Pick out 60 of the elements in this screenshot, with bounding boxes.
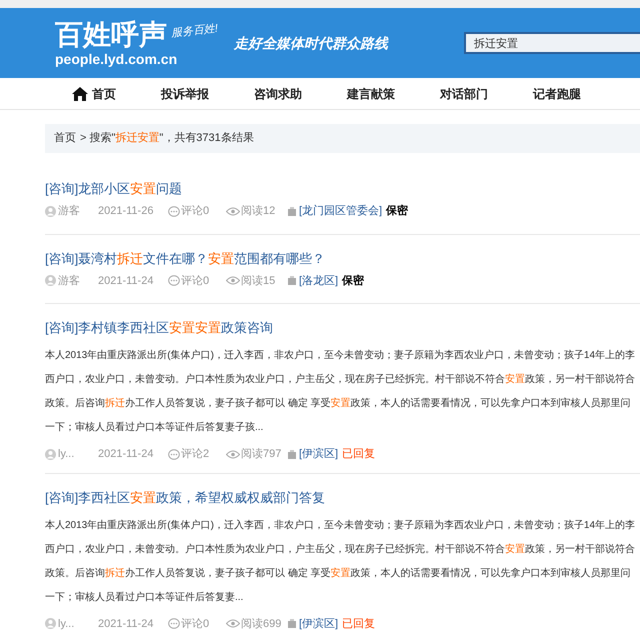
- reply-status: 已回复: [342, 616, 376, 632]
- department-link[interactable]: [伊滨区]: [299, 616, 338, 632]
- breadcrumb-home-link[interactable]: 首页: [54, 130, 76, 147]
- author-name: 游客: [58, 204, 80, 219]
- comment-icon: [168, 618, 180, 630]
- header-tagline: 走好全媒体时代群众路线: [234, 34, 388, 52]
- result-summary: 本人2013年由重庆路派出所(集体户口)，迁入李西，非农户口，至今未曾变动；妻子原籍为李西农业户口，未曾变动；孩子14年上的李西户口，农业户口，未曾变动。户口本性质为农业户口，户主岳父，现在房子已经拆完。村干部说不符合安置政策，另一村干部说符合政策。后咨询拆迁办工作人员答复说，妻子孩子都可以 确定 享受安置政策，本人的话需要看情况，可以先拿户口本到审核人员那里问一下；审核人员看过户口本等证件后答复妻子孩...: [45, 348, 636, 435]
- reply-status: 保密: [342, 274, 364, 288]
- comment-icon: [168, 448, 180, 460]
- search-summary: > 搜索"拆迁安置"，共有3731条结果: [80, 130, 254, 146]
- post-date: 2021-11-24: [98, 447, 154, 462]
- eye-icon: [226, 276, 240, 286]
- result-title-link[interactable]: [咨询]聂湾村拆迁文件在哪？安置范围都有哪些？: [45, 248, 640, 268]
- author-name: 游客: [58, 274, 80, 288]
- post-date: 2021-11-24: [98, 616, 154, 632]
- reply-status: 保密: [386, 204, 408, 219]
- search-field[interactable]: 拆迁安置: [464, 32, 640, 54]
- building-icon: [288, 619, 296, 628]
- department-link[interactable]: [洛龙区]: [299, 272, 338, 289]
- comment-count: 评论2: [181, 447, 210, 462]
- nav-link[interactable]: 咨询求助: [254, 84, 302, 102]
- nav-link[interactable]: 记者跑腿: [533, 84, 581, 102]
- user-icon: [45, 618, 56, 630]
- post-date: 2021-11-26: [98, 204, 154, 219]
- nav-link[interactable]: 首页: [72, 84, 116, 102]
- result-title-link[interactable]: [咨询]李西社区安置政策，希望权威权威部门答复: [45, 488, 640, 508]
- result-summary: 本人2013年由重庆路派出所(集体户口)，迁入李西，非农户口，至今未曾变动；妻子原籍为李西农业户口，未曾变动；孩子14年上的李西户口，农业户口，未曾变动。户口本性质为农业户口，户主岳父，现在房子已经拆完。村干部说不符合安置政策，另一村干部说符合政策。后咨询拆迁办工作人员答复说，妻子孩子都可以 确定 享受安置政策，本人的话需要看情况，可以先拿户口本到审核人员那里问一下；审核人员看过户口本等证件后答复妻...: [45, 518, 636, 604]
- user-icon: [45, 206, 56, 217]
- site-logo[interactable]: 百姓呼声: [55, 19, 167, 51]
- comment-count: 评论0: [181, 274, 210, 288]
- author-name: ly...: [58, 447, 74, 462]
- department-link[interactable]: [龙门园区管委会]: [299, 203, 382, 220]
- view-count: 阅读699: [241, 616, 282, 632]
- comment-icon: [168, 206, 180, 217]
- department-link[interactable]: [伊滨区]: [299, 446, 338, 462]
- result-title-link[interactable]: [咨询]龙部小区安置问题: [45, 179, 640, 199]
- building-icon: [288, 450, 296, 459]
- eye-icon: [226, 206, 240, 216]
- logo-slogan: 服务百姓!: [170, 21, 219, 41]
- author-name: ly...: [58, 616, 74, 632]
- comment-count: 评论0: [181, 616, 210, 632]
- user-icon: [45, 448, 56, 460]
- building-icon: [288, 276, 296, 286]
- post-date: 2021-11-24: [98, 274, 154, 288]
- eye-icon: [226, 450, 240, 459]
- reply-status: 已回复: [342, 447, 376, 462]
- building-icon: [288, 206, 296, 216]
- user-icon: [45, 275, 56, 286]
- nav-link[interactable]: 建言献策: [347, 84, 395, 102]
- result-title-link[interactable]: [咨询]李村镇李西社区安置安置政策咨询: [45, 318, 640, 338]
- view-count: 阅读15: [241, 274, 276, 288]
- eye-icon: [226, 619, 240, 628]
- comment-icon: [168, 275, 180, 286]
- nav-link[interactable]: 对话部门: [440, 84, 488, 102]
- home-icon: [72, 86, 88, 100]
- comment-count: 评论0: [181, 204, 210, 219]
- site-domain: people.lyd.com.cn: [55, 51, 178, 67]
- view-count: 阅读12: [241, 204, 276, 219]
- nav-link[interactable]: 投诉举报: [161, 84, 209, 102]
- view-count: 阅读797: [241, 447, 282, 462]
